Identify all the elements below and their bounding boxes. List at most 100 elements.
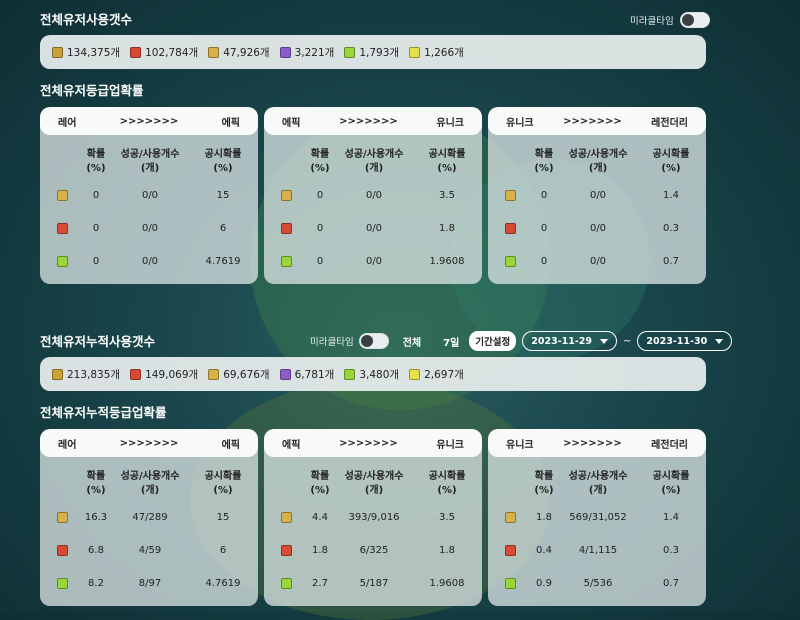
cube-count-item: 1,266개 xyxy=(409,45,464,60)
toggle-knob xyxy=(360,335,373,347)
panel-header: 유니크 >>>>>>> 레전더리 xyxy=(488,429,706,457)
chevron-down-icon xyxy=(600,338,609,344)
table-row: 8.2 8/97 4.7619 xyxy=(40,567,258,600)
rate-unit: (%) xyxy=(534,485,554,496)
success-header: 성공/사용개수 xyxy=(344,149,404,160)
rate-unit: (%) xyxy=(86,163,106,174)
grade-arrows: >>>>>>> xyxy=(563,115,622,127)
success-value: 4/59 xyxy=(138,545,162,556)
miracle-time-toggle[interactable] xyxy=(358,333,389,349)
success-header: 성공/사용개수 xyxy=(120,471,180,482)
official-value: 15 xyxy=(216,512,230,523)
official-unit: (%) xyxy=(661,485,681,496)
panel-header: 레어 >>>>>>> 에픽 xyxy=(40,107,258,135)
official-header: 공시확률 xyxy=(428,149,466,160)
cumulative-count-bar: 213,835개 149,069개 69,676개 6,781개 3,480개 … xyxy=(40,357,706,391)
gold-cube-icon xyxy=(504,512,516,523)
table-header: 확률 (%) 성공/사용개수 (개) 공시확률 (%) xyxy=(488,467,706,501)
success-value: 393/9,016 xyxy=(348,512,400,523)
cube-count-item: 3,221개 xyxy=(279,45,334,60)
toggle-knob xyxy=(681,14,694,26)
grade-to: 레전더리 xyxy=(651,439,688,451)
miracle-time-toggle[interactable] xyxy=(679,12,710,28)
success-unit: (개) xyxy=(364,485,384,496)
table-row: 2.7 5/187 1.9608 xyxy=(264,567,482,600)
rate-value: 0 xyxy=(540,256,548,267)
success-header: 성공/사용개수 xyxy=(120,149,180,160)
date-to-value: 2023-11-30 xyxy=(646,335,708,347)
table-row: 0 0/0 6 xyxy=(40,212,258,245)
official-value: 1.9608 xyxy=(429,256,465,267)
success-value: 0/0 xyxy=(589,223,607,234)
success-value: 6/325 xyxy=(359,545,389,556)
panel-header: 에픽 >>>>>>> 유니크 xyxy=(264,429,482,457)
rate-panel-rare-epic: 레어 >>>>>>> 에픽 확률 (%) 성공/사용개수 (개) 공시확률 (%) 0 0/0 1… xyxy=(40,107,258,284)
table-row: 0 0/0 1.9608 xyxy=(264,245,482,278)
success-value: 5/187 xyxy=(359,578,389,589)
filter-7d-button[interactable]: 7일 xyxy=(443,334,459,349)
toggle-label: 미라클타임 xyxy=(310,337,354,348)
gold-cube-icon xyxy=(208,46,220,58)
grade-from: 유니크 xyxy=(506,117,534,129)
cumulative-panel-epic-unique: 에픽 >>>>>>> 유니크 확률 (%) 성공/사용개수 (개) 공시확률 (%) 4.4 3… xyxy=(264,429,482,606)
rate-unit: (%) xyxy=(310,485,330,496)
success-value: 569/31,052 xyxy=(569,512,627,523)
filter-all-button[interactable]: 전체 xyxy=(403,334,421,349)
table-row: 0 0/0 0.3 xyxy=(488,212,706,245)
cube-count: 1,266개 xyxy=(424,46,464,59)
grade-arrows: >>>>>>> xyxy=(339,115,398,127)
rate-value: 0.4 xyxy=(536,545,552,556)
official-value: 4.7619 xyxy=(205,256,241,267)
grade-arrows: >>>>>>> xyxy=(339,437,398,449)
cube-count: 1,793개 xyxy=(359,46,400,59)
cube-count-item: 47,926개 xyxy=(208,45,270,60)
success-value: 0/0 xyxy=(141,223,159,234)
success-value: 0/0 xyxy=(365,223,383,234)
rare-cube-icon xyxy=(52,46,63,58)
official-value: 3.5 xyxy=(439,512,455,523)
date-from-value: 2023-11-29 xyxy=(531,335,593,347)
red-cube-icon xyxy=(504,545,516,556)
grade-arrows: >>>>>>> xyxy=(563,437,622,449)
table-row: 0 0/0 1.4 xyxy=(488,179,706,212)
rate-value: 8.2 xyxy=(88,578,104,589)
red-cube-icon xyxy=(280,223,292,234)
cube-count: 47,926개 xyxy=(223,46,270,59)
green-cube-icon xyxy=(344,368,356,380)
green-cube-icon xyxy=(504,256,516,267)
success-value: 47/289 xyxy=(132,512,168,523)
rate-header: 확률 xyxy=(310,471,330,482)
grade-from: 에픽 xyxy=(282,117,301,129)
official-value: 0.3 xyxy=(663,223,679,234)
cube-count-item: 69,676개 xyxy=(208,367,270,382)
panel-header: 유니크 >>>>>>> 레전더리 xyxy=(488,107,706,135)
table-row: 1.8 6/325 1.8 xyxy=(264,534,482,567)
success-unit: (개) xyxy=(588,163,608,174)
official-unit: (%) xyxy=(213,163,233,174)
official-value: 1.8 xyxy=(439,223,455,234)
official-value: 4.7619 xyxy=(205,578,241,589)
grade-to: 에픽 xyxy=(221,117,240,129)
rare-cube-icon xyxy=(52,368,63,380)
cube-count: 102,784개 xyxy=(145,46,199,59)
official-header: 공시확률 xyxy=(652,471,690,482)
cube-count-item: 213,835개 xyxy=(52,367,120,382)
table-header: 확률 (%) 성공/사용개수 (개) 공시확률 (%) xyxy=(264,145,482,179)
table-row: 16.3 47/289 15 xyxy=(40,501,258,534)
date-from-select[interactable]: 2023-11-29 xyxy=(522,331,618,351)
success-value: 0/0 xyxy=(589,256,607,267)
rate-value: 16.3 xyxy=(84,512,108,523)
date-separator: ~ xyxy=(623,335,632,347)
official-value: 1.9608 xyxy=(429,578,465,589)
grade-to: 유니크 xyxy=(436,439,464,451)
rate-value: 4.4 xyxy=(312,512,328,523)
success-unit: (개) xyxy=(364,163,384,174)
cube-count-item: 6,781개 xyxy=(279,367,334,382)
rate-unit: (%) xyxy=(86,485,106,496)
period-setting-button[interactable]: 기간설정 xyxy=(469,331,517,351)
success-value: 4/1,115 xyxy=(578,545,618,556)
date-to-select[interactable]: 2023-11-30 xyxy=(637,331,733,351)
section-title-usage: 전체유저사용갯수 xyxy=(40,12,133,27)
grade-to: 레전더리 xyxy=(651,117,688,129)
official-value: 0.3 xyxy=(663,545,679,556)
